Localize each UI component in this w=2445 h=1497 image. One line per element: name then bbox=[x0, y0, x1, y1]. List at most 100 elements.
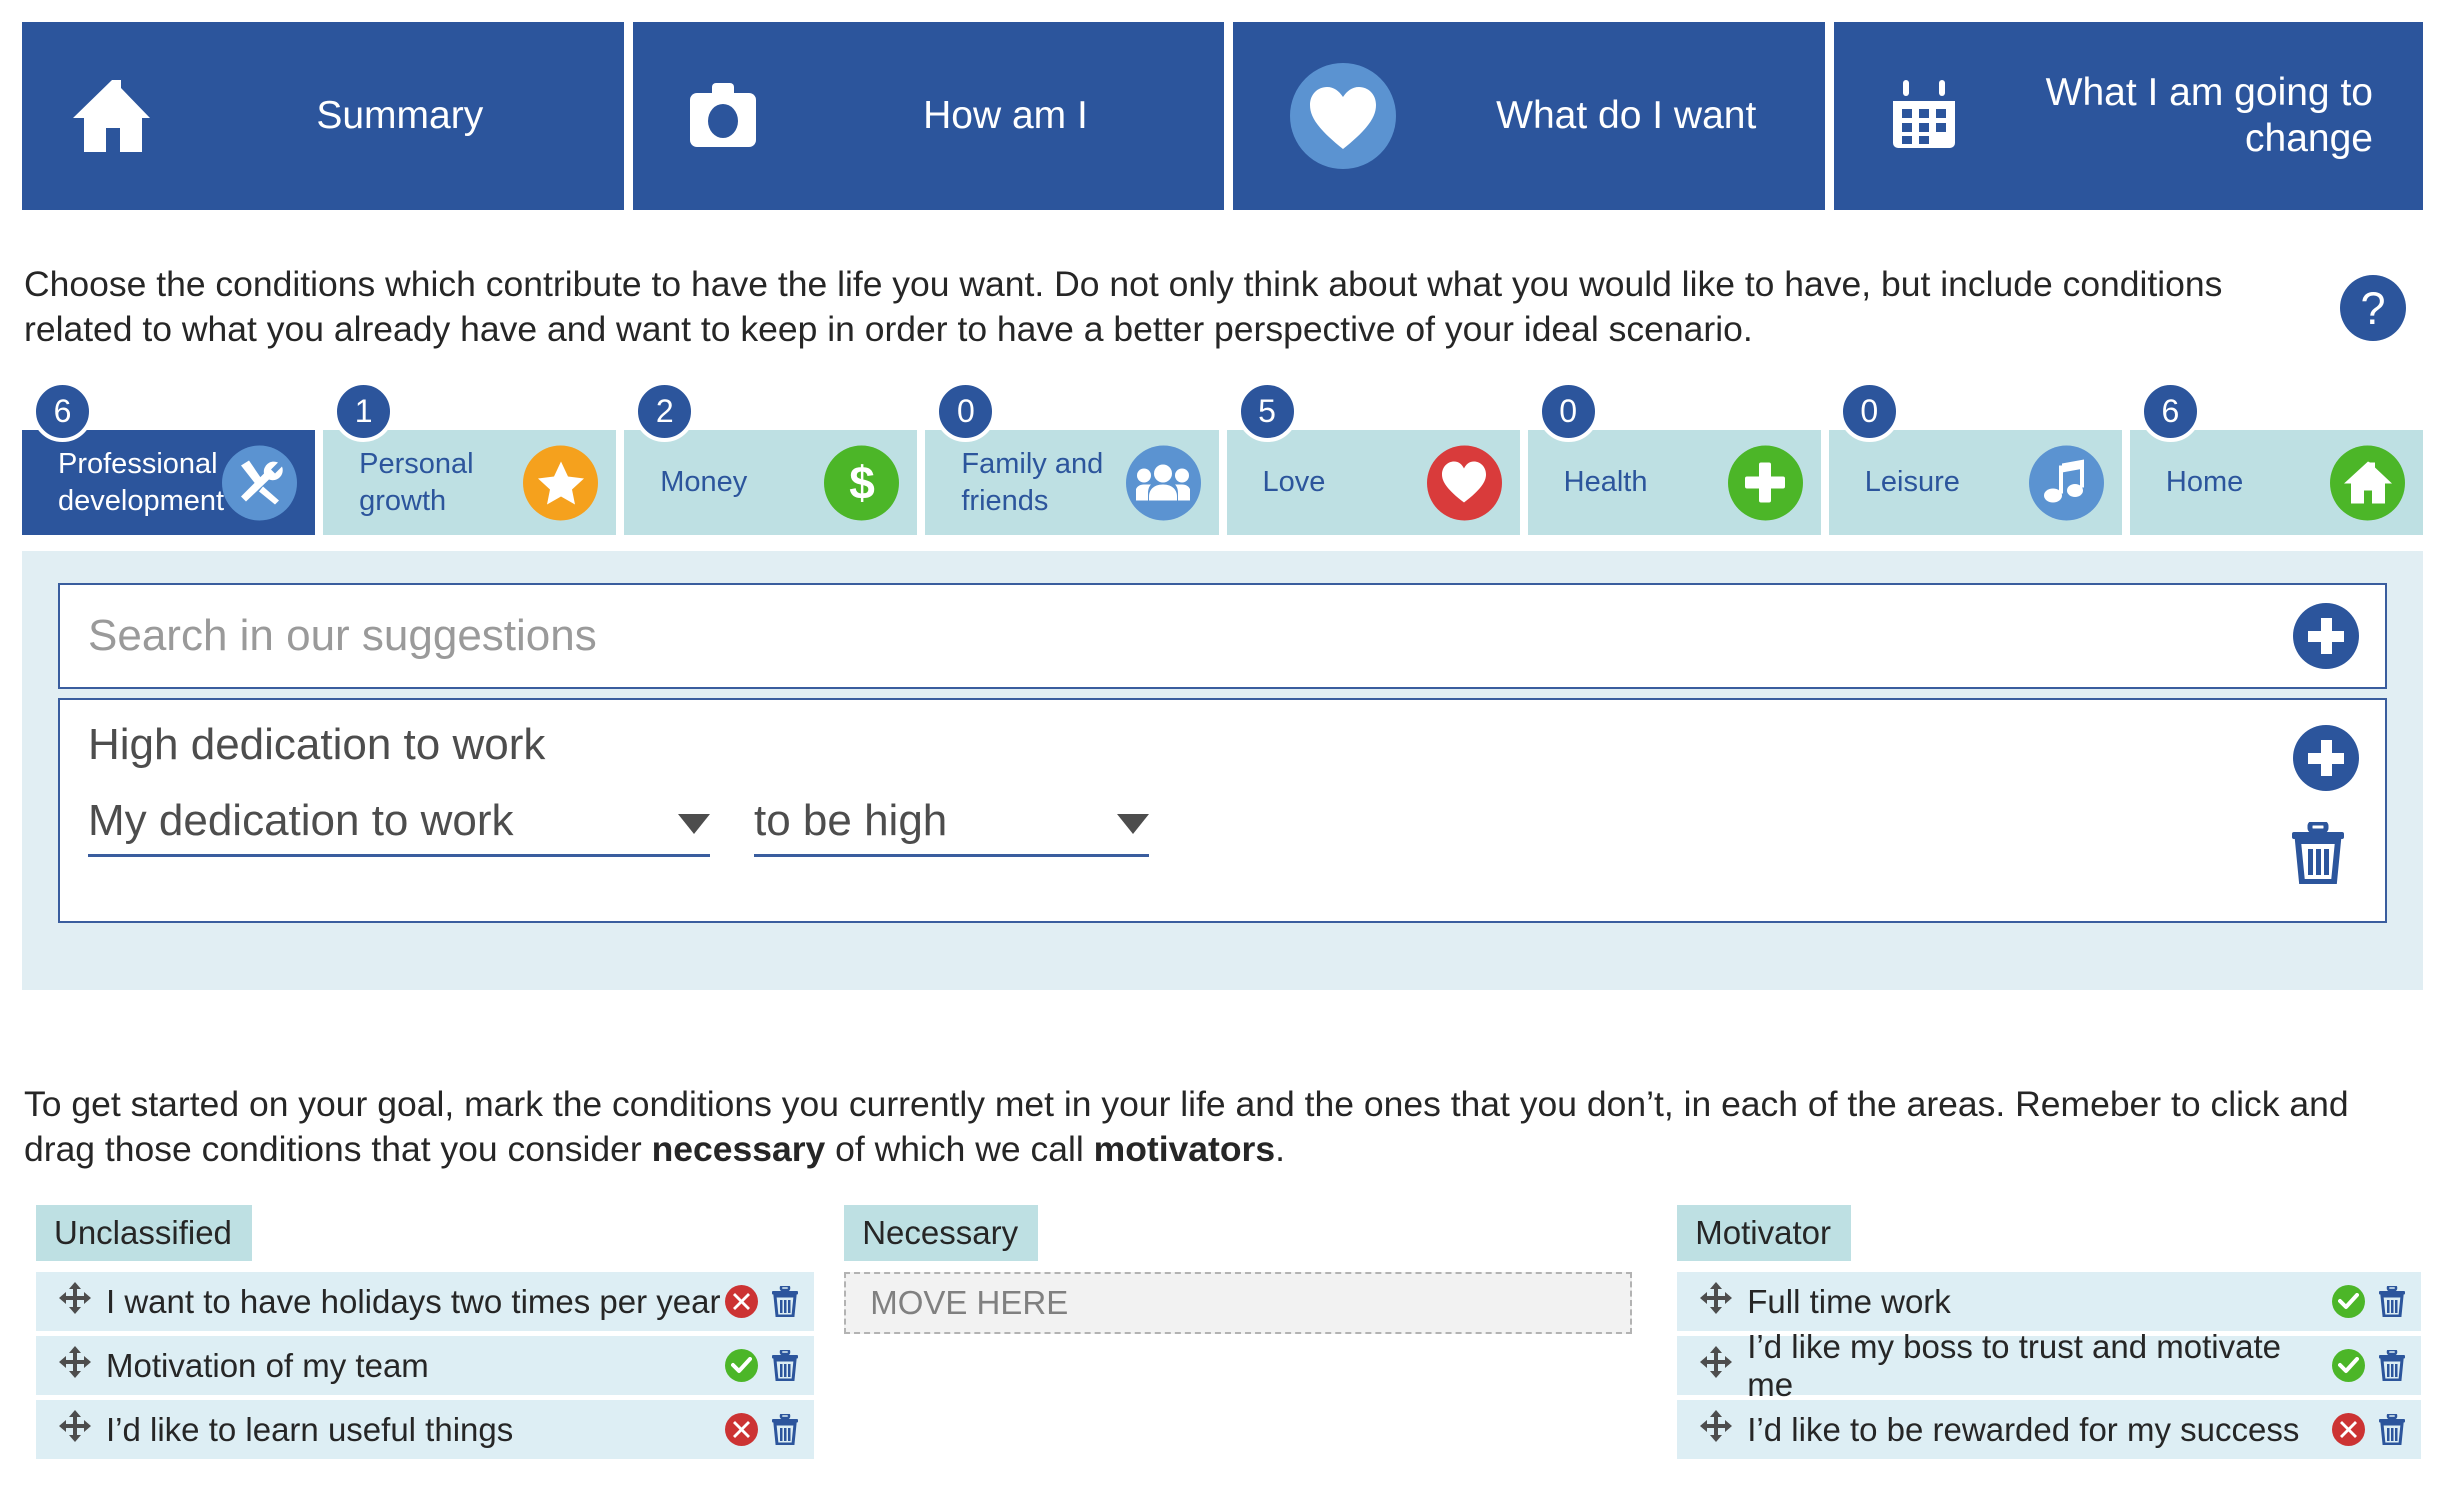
move-icon[interactable] bbox=[1699, 1346, 1741, 1385]
list-item[interactable]: I’d like to learn useful things bbox=[36, 1400, 815, 1459]
search-input[interactable]: Search in our suggestions bbox=[88, 611, 597, 661]
category-count-badge: 6 bbox=[32, 381, 93, 442]
category-label: Professional development bbox=[58, 447, 225, 517]
category-tab-money[interactable]: 2 Money $ bbox=[624, 381, 918, 535]
column-title: Unclassified bbox=[36, 1205, 252, 1261]
category-tab-professional-development[interactable]: 6 Professional development bbox=[22, 381, 316, 535]
column-necessary: Necessary MOVE HERE bbox=[844, 1205, 1633, 1465]
dollar-icon: $ bbox=[824, 445, 900, 520]
plus-circle-icon[interactable] bbox=[2293, 725, 2359, 791]
main-navigation: Summary How am I What do I want What I a… bbox=[22, 22, 2423, 210]
list-item-actions bbox=[2332, 1348, 2405, 1382]
list-item-label: Motivation of my team bbox=[106, 1346, 429, 1384]
nav-item-what-i-am-going-to-change[interactable]: What I am going to change bbox=[1834, 22, 2423, 210]
list-item[interactable]: I want to have holidays two times per ye… bbox=[36, 1272, 815, 1331]
list-item-label: Full time work bbox=[1747, 1282, 1951, 1320]
status-badge-not-met[interactable] bbox=[725, 1413, 759, 1446]
camera-icon bbox=[633, 79, 813, 153]
tools-icon bbox=[222, 445, 298, 520]
status-badge-not-met[interactable] bbox=[725, 1285, 759, 1318]
trash-icon[interactable] bbox=[772, 1284, 799, 1318]
list-item-label: I want to have holidays two times per ye… bbox=[106, 1282, 721, 1320]
condition-predicate-select[interactable]: to be high bbox=[754, 796, 1149, 857]
move-icon[interactable] bbox=[1699, 1410, 1741, 1449]
category-label: Love bbox=[1262, 466, 1326, 499]
nav-label-what-i-am-going-to-change: What I am going to change bbox=[2045, 70, 2373, 160]
nav-item-summary[interactable]: Summary bbox=[22, 22, 624, 210]
condition-subject-select[interactable]: My dedication to work bbox=[88, 796, 710, 857]
category-tab-family-and-friends[interactable]: 0 Family and friends bbox=[925, 381, 1219, 535]
instructions-text: Choose the conditions which contribute t… bbox=[24, 264, 2223, 350]
category-count-badge: 6 bbox=[2139, 381, 2201, 442]
condition-predicate-value: to be high bbox=[754, 796, 948, 845]
drop-zone-necessary[interactable]: MOVE HERE bbox=[844, 1272, 1633, 1334]
list-item[interactable]: Full time work bbox=[1677, 1272, 2421, 1331]
category-tab-love[interactable]: 5 Love bbox=[1226, 381, 1520, 535]
instructions-bold-motivators: motivators bbox=[1093, 1129, 1276, 1170]
svg-text:?: ? bbox=[2360, 283, 2385, 334]
calendar-icon bbox=[1834, 76, 2014, 156]
category-label: Family and friends bbox=[961, 447, 1104, 517]
column-title: Motivator bbox=[1677, 1205, 1851, 1261]
list-item-label: I’d like to learn useful things bbox=[106, 1410, 514, 1448]
plus-circle-icon[interactable] bbox=[2293, 603, 2359, 669]
instructions-part3: . bbox=[1275, 1129, 1285, 1170]
category-tab-health[interactable]: 0 Health bbox=[1527, 381, 1821, 535]
heart-icon bbox=[1426, 445, 1502, 520]
column-rows: Full time work I’d like my boss to trust… bbox=[1677, 1272, 2421, 1459]
plus-icon bbox=[1727, 445, 1803, 520]
list-item-actions bbox=[2332, 1412, 2405, 1446]
nav-item-what-do-i-want[interactable]: What do I want bbox=[1233, 22, 1826, 210]
category-tab-personal-growth[interactable]: 1 Personal growth bbox=[323, 381, 617, 535]
svg-text:$: $ bbox=[849, 457, 875, 509]
column-motivator: Motivator Full time work I’d like my bos… bbox=[1677, 1205, 2421, 1465]
condition-title: High dedication to work bbox=[88, 720, 546, 769]
status-badge-met[interactable] bbox=[2332, 1285, 2365, 1318]
list-item[interactable]: Motivation of my team bbox=[36, 1336, 815, 1395]
list-item-actions bbox=[725, 1348, 799, 1382]
category-tab-leisure[interactable]: 0 Leisure bbox=[1828, 381, 2122, 535]
status-badge-not-met[interactable] bbox=[2332, 1413, 2365, 1446]
trash-icon[interactable] bbox=[772, 1412, 799, 1446]
status-badge-met[interactable] bbox=[725, 1349, 759, 1382]
nav-label-what-do-i-want: What do I want bbox=[1496, 93, 1757, 137]
chevron-down-icon bbox=[678, 814, 710, 834]
list-item[interactable]: I’d like my boss to trust and motivate m… bbox=[1677, 1328, 2421, 1403]
list-item-label: I’d like my boss to trust and motivate m… bbox=[1747, 1327, 2281, 1403]
column-title: Necessary bbox=[844, 1205, 1039, 1261]
trash-icon[interactable] bbox=[2379, 1412, 2405, 1446]
heart-icon bbox=[1233, 61, 1453, 171]
category-count-badge: 1 bbox=[333, 381, 395, 442]
category-count-badge: 0 bbox=[935, 381, 997, 442]
chevron-down-icon bbox=[1117, 814, 1149, 834]
category-count-badge: 5 bbox=[1236, 381, 1298, 442]
move-icon[interactable] bbox=[58, 1346, 100, 1385]
trash-icon[interactable] bbox=[772, 1348, 799, 1382]
question-mark-icon[interactable]: ? bbox=[2339, 274, 2407, 342]
classification-columns: Unclassified I want to have holidays two… bbox=[36, 1205, 2421, 1465]
move-icon[interactable] bbox=[58, 1410, 100, 1449]
category-label: Health bbox=[1563, 466, 1648, 499]
nav-item-how-am-i[interactable]: How am I bbox=[632, 22, 1225, 210]
condition-subject-value: My dedication to work bbox=[88, 796, 514, 845]
search-suggestions-row: Search in our suggestions bbox=[58, 583, 2387, 689]
nav-label-summary: Summary bbox=[316, 93, 484, 137]
nav-label-how-am-i: How am I bbox=[923, 93, 1088, 137]
trash-icon[interactable] bbox=[2291, 820, 2345, 885]
move-icon[interactable] bbox=[1699, 1282, 1741, 1321]
home-icon bbox=[2330, 445, 2405, 520]
category-label: Leisure bbox=[1864, 466, 1960, 499]
category-tab-home[interactable]: 6 Home bbox=[2129, 381, 2423, 535]
list-item[interactable]: I’d like to be rewarded for my success bbox=[1677, 1400, 2421, 1459]
trash-icon[interactable] bbox=[2379, 1284, 2405, 1318]
category-tabs: 6 Professional development 1 Personal gr… bbox=[22, 381, 2423, 535]
instructions-bold-necessary: necessary bbox=[651, 1129, 826, 1170]
category-label: Home bbox=[2165, 466, 2244, 499]
home-icon bbox=[22, 76, 202, 156]
people-icon bbox=[1125, 445, 1201, 520]
status-badge-met[interactable] bbox=[2332, 1349, 2365, 1382]
trash-icon[interactable] bbox=[2379, 1348, 2405, 1382]
category-count-badge: 0 bbox=[1838, 381, 1900, 442]
move-icon[interactable] bbox=[58, 1282, 100, 1321]
category-label: Personal growth bbox=[359, 447, 474, 517]
